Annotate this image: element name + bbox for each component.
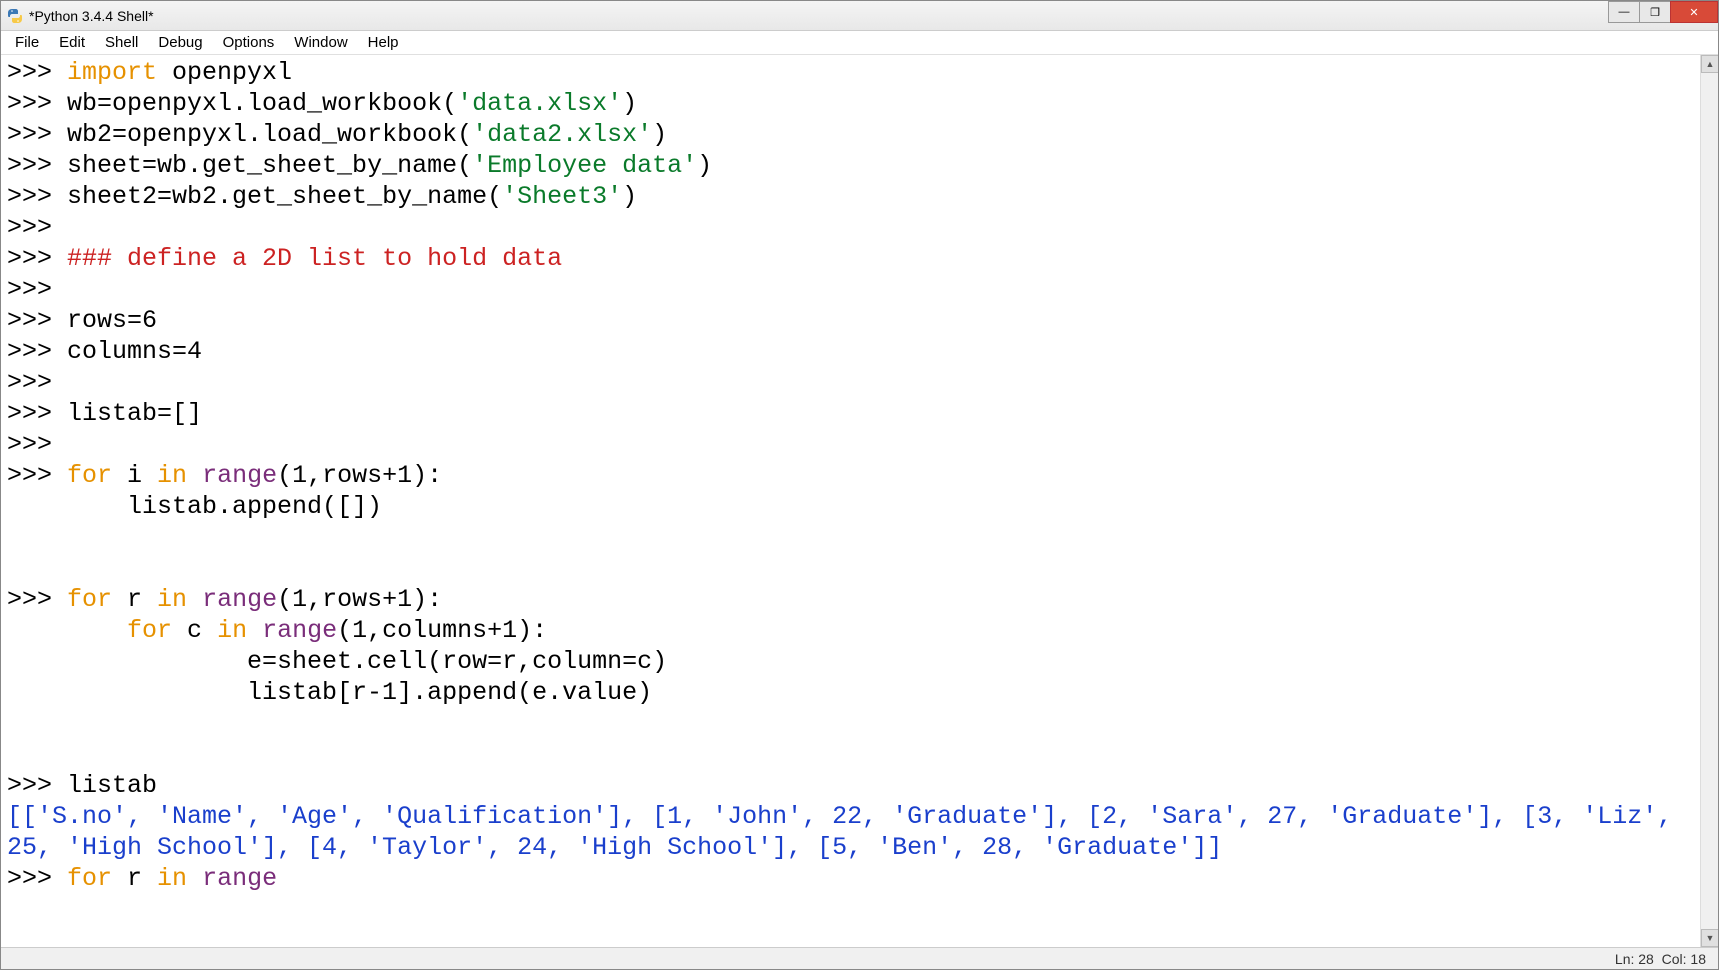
code-text: sheet=wb.get_sheet_by_name( bbox=[67, 151, 472, 180]
code-text: e=sheet.cell(row=r,column=c) bbox=[7, 647, 667, 676]
code-text: rows=6 bbox=[67, 306, 157, 335]
kw-import: import bbox=[67, 58, 157, 87]
content-wrap: >>> import openpyxl >>> wb=openpyxl.load… bbox=[1, 55, 1718, 947]
menu-file[interactable]: File bbox=[5, 32, 49, 53]
code-text: ) bbox=[622, 89, 637, 118]
shell-content[interactable]: >>> import openpyxl >>> wb=openpyxl.load… bbox=[1, 55, 1700, 947]
code-text bbox=[247, 616, 262, 645]
kw-for: for bbox=[67, 864, 112, 893]
code-text bbox=[187, 864, 202, 893]
prompt: >>> bbox=[7, 275, 67, 304]
string-literal: 'Sheet3' bbox=[502, 182, 622, 211]
builtin-range: range bbox=[202, 461, 277, 490]
code-text: ) bbox=[697, 151, 712, 180]
string-literal: 'data2.xlsx' bbox=[472, 120, 652, 149]
scroll-down-arrow[interactable]: ▼ bbox=[1701, 929, 1718, 947]
code-text bbox=[187, 585, 202, 614]
prompt: >>> bbox=[7, 89, 67, 118]
code-text: sheet2=wb2.get_sheet_by_name( bbox=[67, 182, 502, 211]
vertical-scrollbar[interactable]: ▲ ▼ bbox=[1700, 55, 1718, 947]
code-text: wb2=openpyxl.load_workbook( bbox=[67, 120, 472, 149]
kw-in: in bbox=[157, 585, 187, 614]
string-literal: 'Employee data' bbox=[472, 151, 697, 180]
prompt: >>> bbox=[7, 337, 67, 366]
code-text: listab bbox=[67, 771, 157, 800]
code-text: r bbox=[112, 864, 157, 893]
prompt: >>> bbox=[7, 213, 67, 242]
menu-help[interactable]: Help bbox=[358, 32, 409, 53]
builtin-range: range bbox=[262, 616, 337, 645]
code-text: ) bbox=[652, 120, 667, 149]
prompt: >>> bbox=[7, 461, 67, 490]
prompt: >>> bbox=[7, 585, 67, 614]
code-text bbox=[7, 616, 127, 645]
kw-in: in bbox=[157, 864, 187, 893]
output-text: [['S.no', 'Name', 'Age', 'Qualification'… bbox=[7, 802, 1687, 862]
prompt: >>> bbox=[7, 399, 67, 428]
status-line: Ln: 28 bbox=[1615, 951, 1654, 967]
code-text: listab.append([]) bbox=[7, 492, 382, 521]
code-text: columns=4 bbox=[67, 337, 202, 366]
code-text: (1,rows+1): bbox=[277, 585, 442, 614]
builtin-range: range bbox=[202, 585, 277, 614]
prompt: >>> bbox=[7, 244, 67, 273]
window-title: *Python 3.4.4 Shell* bbox=[29, 8, 154, 24]
code-text: listab=[] bbox=[67, 399, 202, 428]
python-shell-window: *Python 3.4.4 Shell* — ❐ ✕ File Edit She… bbox=[0, 0, 1719, 970]
kw-for: for bbox=[67, 461, 112, 490]
menu-edit[interactable]: Edit bbox=[49, 32, 95, 53]
code-text: r bbox=[112, 585, 157, 614]
prompt: >>> bbox=[7, 120, 67, 149]
scroll-up-arrow[interactable]: ▲ bbox=[1701, 55, 1718, 73]
close-button[interactable]: ✕ bbox=[1670, 1, 1718, 23]
prompt: >>> bbox=[7, 58, 67, 87]
kw-for: for bbox=[127, 616, 172, 645]
code-text: ) bbox=[622, 182, 637, 211]
app-icon bbox=[7, 8, 23, 24]
code-text: i bbox=[112, 461, 157, 490]
prompt: >>> bbox=[7, 430, 67, 459]
kw-in: in bbox=[157, 461, 187, 490]
code-text: (1,columns+1): bbox=[337, 616, 547, 645]
comment: ### define a 2D list to hold data bbox=[67, 244, 562, 273]
menu-window[interactable]: Window bbox=[284, 32, 357, 53]
window-controls: — ❐ ✕ bbox=[1609, 1, 1718, 23]
minimize-button[interactable]: — bbox=[1608, 1, 1640, 23]
status-col: Col: 18 bbox=[1662, 951, 1706, 967]
menu-options[interactable]: Options bbox=[213, 32, 285, 53]
code-text: listab[r-1].append(e.value) bbox=[7, 678, 652, 707]
code-text: (1,rows+1): bbox=[277, 461, 442, 490]
builtin-range: range bbox=[202, 864, 277, 893]
prompt: >>> bbox=[7, 864, 67, 893]
prompt: >>> bbox=[7, 771, 67, 800]
code-text: wb=openpyxl.load_workbook( bbox=[67, 89, 457, 118]
menu-shell[interactable]: Shell bbox=[95, 32, 148, 53]
code-text: openpyxl bbox=[157, 58, 292, 87]
kw-in: in bbox=[217, 616, 247, 645]
prompt: >>> bbox=[7, 151, 67, 180]
code-text bbox=[187, 461, 202, 490]
code-text: c bbox=[172, 616, 217, 645]
menubar: File Edit Shell Debug Options Window Hel… bbox=[1, 31, 1718, 55]
string-literal: 'data.xlsx' bbox=[457, 89, 622, 118]
maximize-button[interactable]: ❐ bbox=[1639, 1, 1671, 23]
prompt: >>> bbox=[7, 306, 67, 335]
prompt: >>> bbox=[7, 368, 67, 397]
prompt: >>> bbox=[7, 182, 67, 211]
menu-debug[interactable]: Debug bbox=[148, 32, 212, 53]
titlebar[interactable]: *Python 3.4.4 Shell* — ❐ ✕ bbox=[1, 1, 1718, 31]
kw-for: for bbox=[67, 585, 112, 614]
statusbar: Ln: 28 Col: 18 bbox=[1, 947, 1718, 969]
